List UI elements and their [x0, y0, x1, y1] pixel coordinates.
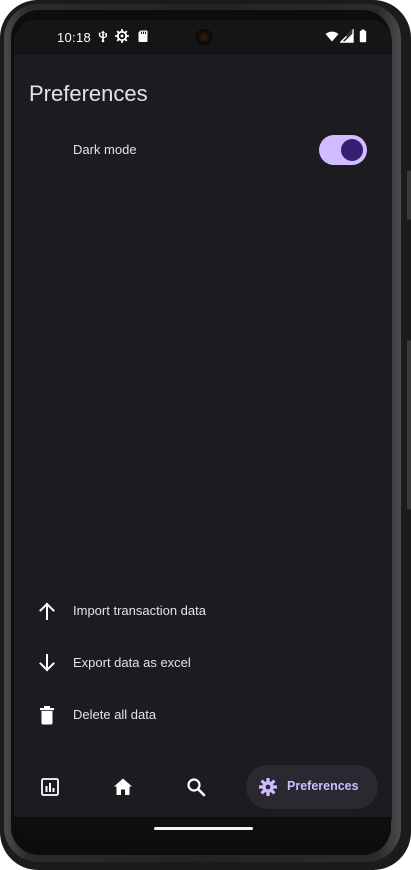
sd-card-icon — [138, 30, 148, 42]
home-gesture-pill[interactable] — [154, 827, 253, 830]
front-camera — [196, 29, 212, 45]
import-transaction-data-label: Import transaction data — [73, 603, 206, 618]
screen: 10:18 Preferences Dark mode Import trans… — [14, 20, 392, 837]
delete-all-data-label: Delete all data — [73, 707, 157, 722]
arrow-down-icon — [39, 654, 55, 672]
power-button — [407, 340, 411, 510]
export-data-label: Export data as excel — [73, 655, 191, 670]
dark-mode-label: Dark mode — [73, 142, 137, 157]
settings-gear-icon — [115, 29, 129, 43]
volume-up-button — [407, 170, 411, 220]
wifi-icon — [325, 31, 339, 42]
moon-icon — [41, 141, 50, 159]
battery-icon — [359, 29, 367, 43]
search-icon — [187, 778, 206, 797]
chart-icon — [41, 778, 59, 796]
gear-icon — [259, 778, 277, 796]
export-data-row[interactable]: Export data as excel — [14, 641, 392, 685]
import-transaction-data-row[interactable]: Import transaction data — [14, 589, 392, 633]
status-time: 10:18 — [57, 30, 92, 45]
nav-item-preferences[interactable]: Preferences — [246, 765, 378, 809]
gesture-navigation-area — [14, 817, 392, 837]
status-bar: 10:18 — [14, 20, 392, 55]
bottom-navigation-bar: Preferences — [14, 757, 392, 817]
signal-icon — [340, 29, 354, 43]
nav-item-preferences-label: Preferences — [287, 779, 359, 793]
home-icon — [114, 778, 132, 795]
trash-icon — [40, 706, 54, 725]
nav-item-search[interactable] — [174, 765, 218, 809]
delete-all-data-row[interactable]: Delete all data — [14, 693, 392, 737]
dark-mode-toggle[interactable] — [319, 135, 367, 165]
nav-item-analytics[interactable] — [28, 765, 72, 809]
arrow-up-icon — [39, 602, 55, 620]
device-bezel: 10:18 Preferences Dark mode Import trans… — [0, 0, 411, 870]
dark-mode-toggle-thumb — [341, 139, 363, 161]
page-title: Preferences — [29, 81, 148, 106]
usb-debug-icon — [98, 30, 107, 43]
nav-item-home[interactable] — [101, 765, 145, 809]
